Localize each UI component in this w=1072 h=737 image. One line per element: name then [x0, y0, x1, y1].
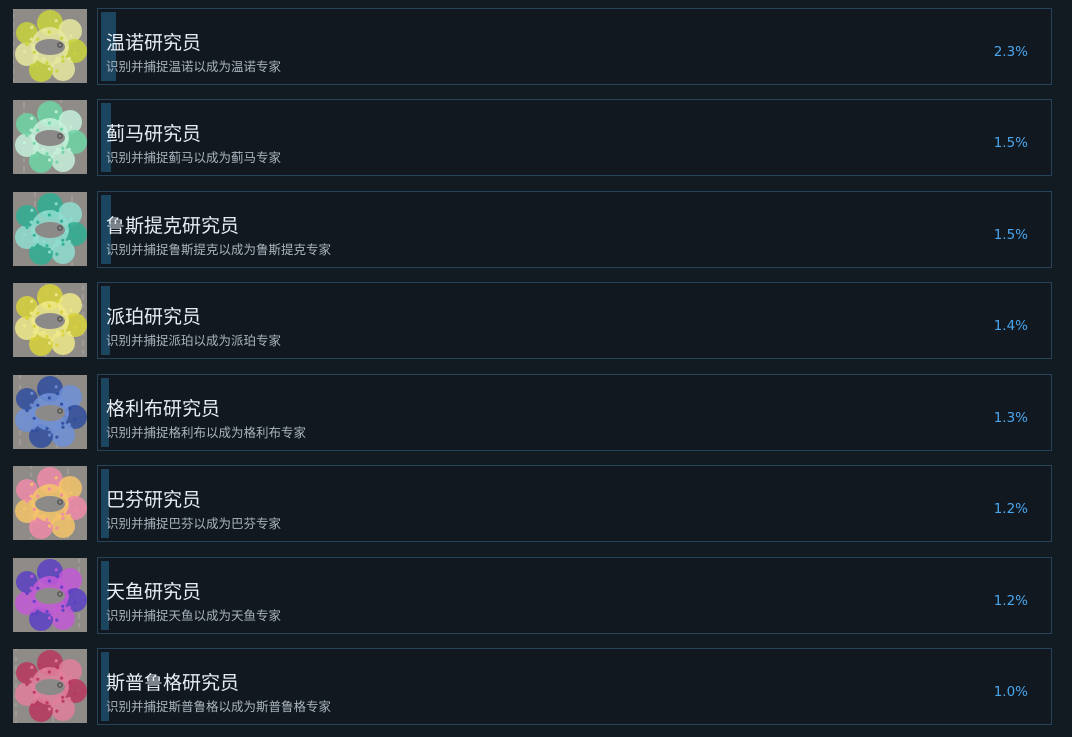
achievement-description: 识别并捕捉格利布以成为格利布专家: [106, 425, 307, 440]
achievement-title: 温诺研究员: [106, 32, 202, 54]
achievement-panel: 鲁斯提克研究员识别并捕捉鲁斯提克以成为鲁斯提克专家 1.5%: [97, 191, 1052, 268]
achievement-description: 识别并捕捉巴芬以成为巴芬专家: [106, 516, 282, 531]
achievement-title: 蓟马研究员: [106, 123, 202, 145]
unlock-percentage: 1.2%: [993, 501, 1028, 517]
unlock-percentage: 1.4%: [993, 318, 1028, 334]
achievement-description: 识别并捕捉鲁斯提克以成为鲁斯提克专家: [106, 242, 332, 257]
achievement-panel: 斯普鲁格研究员识别并捕捉斯普鲁格以成为斯普鲁格专家 1.0%: [97, 648, 1052, 725]
achievement-row[interactable]: 蓟马研究员识别并捕捉蓟马以成为蓟马专家 1.5%: [0, 99, 1072, 179]
achievement-title: 鲁斯提克研究员: [106, 215, 240, 237]
achievement-row[interactable]: 天鱼研究员识别并捕捉天鱼以成为天鱼专家 1.2%: [0, 557, 1072, 637]
achievement-row[interactable]: 鲁斯提克研究员识别并捕捉鲁斯提克以成为鲁斯提克专家 1.5%: [0, 191, 1072, 271]
achievement-panel: 天鱼研究员识别并捕捉天鱼以成为天鱼专家 1.2%: [97, 557, 1052, 634]
unlock-percentage: 1.5%: [993, 227, 1028, 243]
achievement-list: 温诺研究员识别并捕捉温诺以成为温诺专家 2.3% 蓟马研究员识别并捕捉蓟马以成为蓟马…: [0, 0, 1072, 737]
rustic-badge-icon: [13, 192, 87, 266]
achievement-row[interactable]: 斯普鲁格研究员识别并捕捉斯普鲁格以成为斯普鲁格专家 1.0%: [0, 648, 1072, 728]
achievement-title: 派珀研究员: [106, 306, 202, 328]
piper-badge-icon: [13, 283, 87, 357]
achievement-panel: 蓟马研究员识别并捕捉蓟马以成为蓟马专家 1.5%: [97, 99, 1052, 176]
achievement-panel: 派珀研究员识别并捕捉派珀以成为派珀专家 1.4%: [97, 282, 1052, 359]
sky-fish-badge-icon: [13, 558, 87, 632]
achievement-row[interactable]: 温诺研究员识别并捕捉温诺以成为温诺专家 2.3%: [0, 8, 1072, 88]
sprug-badge-icon: [13, 649, 87, 723]
achievement-row[interactable]: 巴芬研究员识别并捕捉巴芬以成为巴芬专家 1.2%: [0, 465, 1072, 545]
wenno-badge-icon: [13, 9, 87, 83]
achievement-title: 巴芬研究员: [106, 489, 202, 511]
unlock-percentage: 1.0%: [993, 684, 1028, 700]
achievement-row[interactable]: 格利布研究员识别并捕捉格利布以成为格利布专家 1.3%: [0, 374, 1072, 454]
unlock-percentage: 1.5%: [993, 135, 1028, 151]
achievement-description: 识别并捕捉天鱼以成为天鱼专家: [106, 608, 282, 623]
achievement-panel: 格利布研究员识别并捕捉格利布以成为格利布专家 1.3%: [97, 374, 1052, 451]
achievement-title: 天鱼研究员: [106, 581, 202, 603]
achievement-description: 识别并捕捉派珀以成为派珀专家: [106, 333, 282, 348]
achievement-description: 识别并捕捉温诺以成为温诺专家: [106, 59, 282, 74]
glib-badge-icon: [13, 375, 87, 449]
achievement-description: 识别并捕捉蓟马以成为蓟马专家: [106, 150, 282, 165]
achievement-title: 格利布研究员: [106, 398, 221, 420]
achievement-row[interactable]: 派珀研究员识别并捕捉派珀以成为派珀专家 1.4%: [0, 282, 1072, 362]
achievement-title: 斯普鲁格研究员: [106, 672, 240, 694]
achievement-panel: 温诺研究员识别并捕捉温诺以成为温诺专家 2.3%: [97, 8, 1052, 85]
unlock-percentage: 2.3%: [993, 44, 1028, 60]
unlock-percentage: 1.2%: [993, 593, 1028, 609]
buffin-badge-icon: [13, 466, 87, 540]
achievement-description: 识别并捕捉斯普鲁格以成为斯普鲁格专家: [106, 699, 332, 714]
thistle-horse-badge-icon: [13, 100, 87, 174]
unlock-percentage: 1.3%: [993, 410, 1028, 426]
achievement-panel: 巴芬研究员识别并捕捉巴芬以成为巴芬专家 1.2%: [97, 465, 1052, 542]
